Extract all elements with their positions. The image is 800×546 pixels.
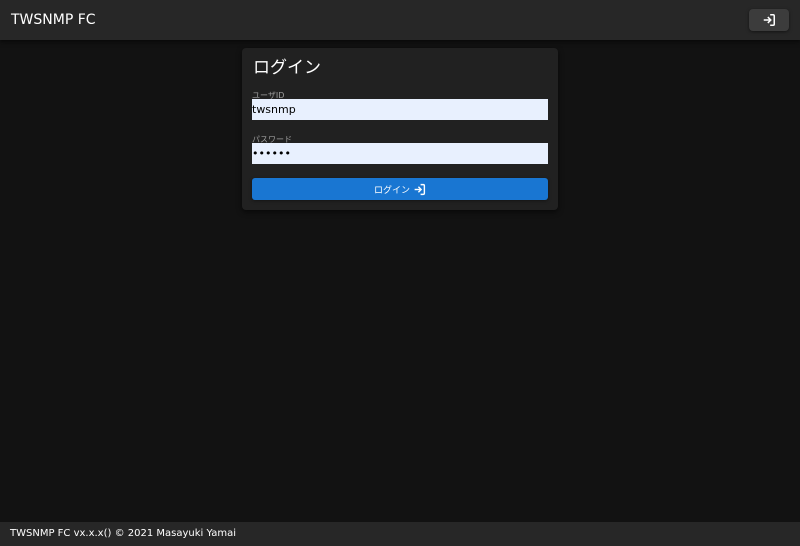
- login-button-label: ログイン: [373, 185, 410, 196]
- app-root: TWSNMP FC ログイン ユーザID パスワード ログイン: [0, 0, 800, 546]
- login-title: ログイン: [253, 58, 321, 78]
- user-id-input[interactable]: [252, 99, 548, 120]
- footer-copyright: TWSNMP FC vx.x.x() © 2021 Masayuki Yamai: [10, 528, 236, 539]
- top-app-bar: TWSNMP FC: [0, 0, 800, 40]
- topbar-login-button[interactable]: [749, 9, 789, 31]
- login-icon: [762, 13, 776, 27]
- footer: TWSNMP FC vx.x.x() © 2021 Masayuki Yamai: [0, 522, 800, 546]
- login-icon: [413, 183, 426, 196]
- login-button[interactable]: ログイン: [252, 178, 548, 200]
- login-card: ログイン ユーザID パスワード ログイン: [242, 48, 558, 210]
- password-input[interactable]: [252, 143, 548, 164]
- app-title: TWSNMP FC: [11, 12, 96, 28]
